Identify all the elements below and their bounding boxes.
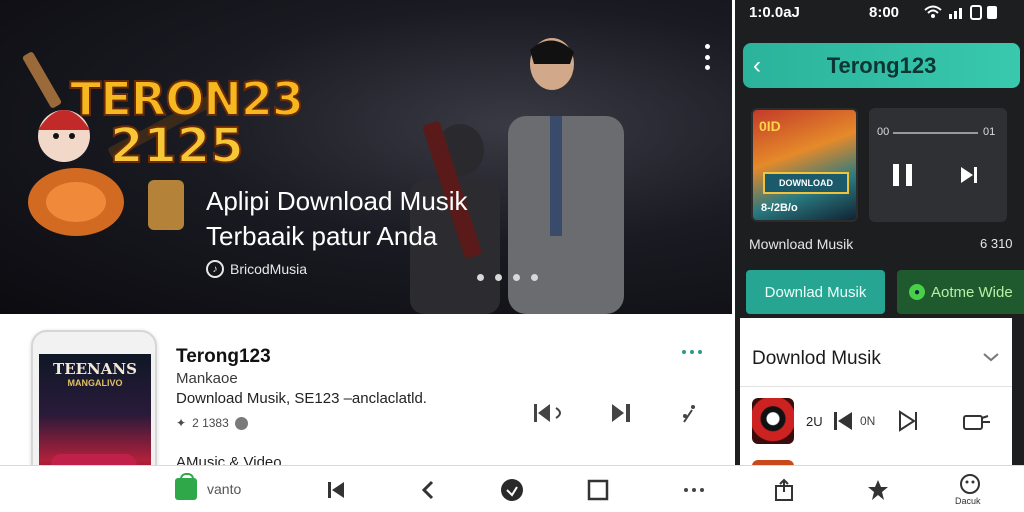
music-note-icon: ♪ <box>206 260 224 278</box>
row-label: 2U <box>806 414 823 429</box>
player-time-right: 01 <box>983 126 996 138</box>
app-root: TERON23 2125 Aplipi Download Musik Terba… <box>0 0 1024 512</box>
hero-headline-line2: Terbaaik patur Anda <box>206 221 438 251</box>
hero-headline: Aplipi Download Musik Terbaaik patur And… <box>206 184 526 254</box>
status-icons <box>923 4 1003 23</box>
fast-forward-icon[interactable] <box>610 402 634 424</box>
secondary-action-label: Aotme Wide <box>931 283 1013 301</box>
status-bar: 1:0.0aJ 8:00 <box>735 0 1024 28</box>
skip-back-icon[interactable] <box>324 478 348 502</box>
thumbs-icon: ✦ <box>176 416 187 430</box>
pause-icon[interactable] <box>893 164 913 186</box>
user-face-icon[interactable] <box>958 472 982 496</box>
mini-player: 00 01 <box>869 108 1007 222</box>
hero-banner[interactable]: TERON23 2125 Aplipi Download Musik Terba… <box>0 0 732 314</box>
album-art[interactable]: 0ID DOWNLOAD 8-/2B/o <box>751 108 858 222</box>
chevron-down-icon[interactable] <box>982 348 1000 366</box>
star-icon[interactable] <box>866 478 890 502</box>
phone-poster-title: TEENANS <box>53 360 137 378</box>
store-button[interactable]: vanto <box>175 473 242 500</box>
carousel-dot[interactable] <box>495 274 502 281</box>
skip-previous-icon[interactable] <box>832 410 854 432</box>
app-developer[interactable]: Mankaoe <box>176 370 238 387</box>
side-caption: Mownload Musik <box>749 236 854 252</box>
sheet-title: Downlod Musik <box>752 348 881 369</box>
rewind-icon[interactable] <box>532 402 566 424</box>
recent-apps-icon[interactable] <box>586 478 610 502</box>
album-bottom-text: 8-/2B/o <box>761 202 798 214</box>
logo-title-line2: 2125 <box>109 117 245 175</box>
info-icon <box>234 416 248 430</box>
carousel-dot[interactable] <box>531 274 538 281</box>
more-vert-icon[interactable] <box>703 44 711 70</box>
bottom-nav-bar: vanto Dacuk <box>0 465 1024 512</box>
status-time-right: 8:00 <box>869 4 900 21</box>
player-time-left: 00 <box>877 126 890 138</box>
hero-headline-line1: Aplipi Download Musik <box>206 186 468 216</box>
row-status: 0N <box>860 414 876 428</box>
cast-icon[interactable] <box>962 412 992 432</box>
album-banner-text: DOWNLOAD <box>763 172 849 194</box>
track-thumbnail[interactable] <box>752 398 794 444</box>
phone-poster-subtitle: MANGALIVO <box>67 378 123 388</box>
secondary-action-button[interactable]: ● Aotme Wide <box>897 270 1024 314</box>
download-sheet: Downlod Musik 2U 0N <box>740 318 1012 466</box>
side-caption-count: 6 310 <box>980 236 1013 251</box>
band-photo <box>410 38 624 314</box>
skip-next-icon[interactable] <box>959 165 979 185</box>
more-horiz-nav-icon[interactable] <box>682 478 706 502</box>
store-label: vanto <box>207 481 242 497</box>
status-time-left: 1:0.0aJ <box>749 4 800 21</box>
back-icon[interactable] <box>416 478 440 502</box>
carousel-dot[interactable] <box>513 274 520 281</box>
sheet-divider <box>740 386 1012 387</box>
skip-next-outline-icon[interactable] <box>898 410 920 432</box>
app-stats-value: 2 1383 <box>192 416 229 430</box>
app-name: Terong123 <box>176 346 271 367</box>
album-top-text: 0ID <box>759 118 781 134</box>
share-up-icon[interactable] <box>772 478 796 502</box>
app-stats: ✦ 2 1383 <box>176 416 248 430</box>
hero-brand: ♪ BricodMusia <box>206 260 307 278</box>
app-card[interactable]: TEENANS MANGALIVO Terong123 Mankaoe Down… <box>0 316 732 512</box>
download-music-button[interactable]: Downlad Musik <box>746 270 885 314</box>
user-label: Dacuk <box>955 496 981 506</box>
hero-brand-label: BricodMusia <box>230 261 308 277</box>
side-header: ‹ Terong123 <box>743 43 1020 88</box>
wifi-signal-battery-icon <box>924 5 997 20</box>
app-description: Download Musik, SE123 –anclaclatld. <box>176 390 427 407</box>
home-circle-icon[interactable] <box>500 478 524 502</box>
share-icon[interactable] <box>680 402 698 424</box>
progress-track[interactable] <box>893 132 978 134</box>
chat-icon: ● <box>909 284 925 300</box>
shopping-bag-icon <box>175 473 197 500</box>
side-header-title: Terong123 <box>826 53 937 78</box>
more-horiz-icon[interactable] <box>682 350 702 354</box>
carousel-dot[interactable] <box>477 274 484 281</box>
carousel-dots[interactable] <box>477 274 538 281</box>
